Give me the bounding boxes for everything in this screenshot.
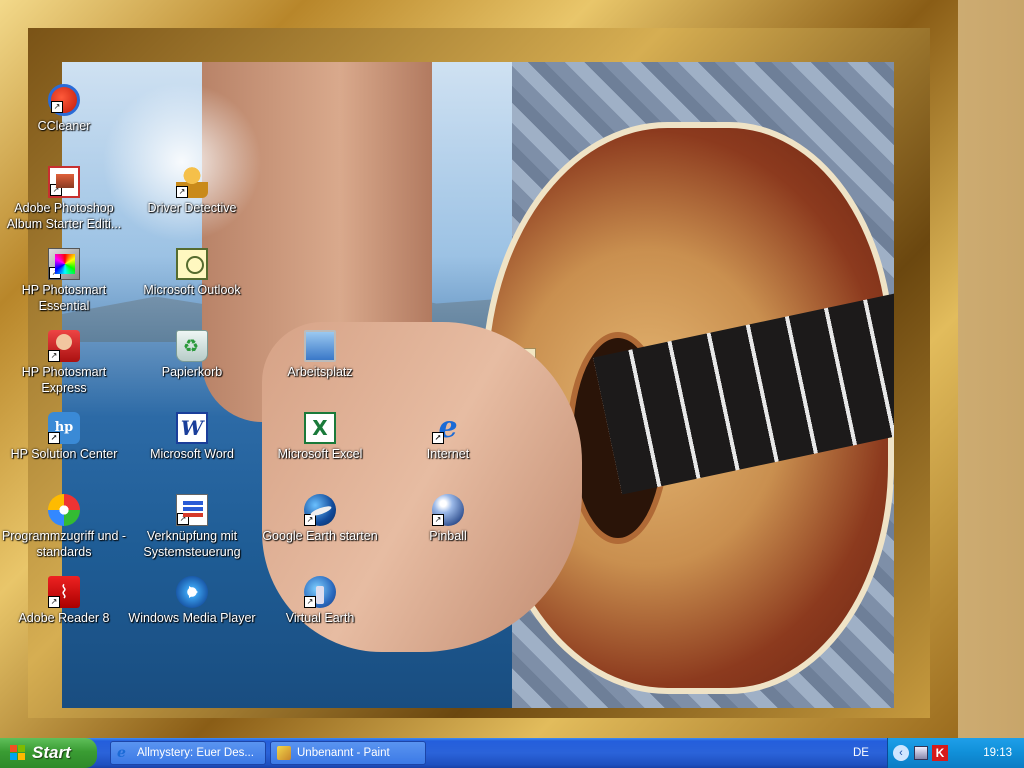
internet-explorer-icon: e [117,745,126,761]
hp-express-icon: ↗ [48,330,80,362]
ccleaner-icon: ↗ [48,84,80,116]
hp-photosmart-icon: ↗ [48,248,80,280]
start-button[interactable]: Start [0,738,97,768]
internet-explorer-icon: e ↗ [432,412,464,444]
desktop-icon-outlook[interactable]: Microsoft Outlook [128,248,256,298]
program-access-icon [48,494,80,526]
desktop-icon-label: Adobe Photoshop Album Starter Editi... [6,201,122,231]
network-icon[interactable] [914,746,928,760]
desktop-icon-label: Programmzugriff und -standards [1,529,127,559]
desktop-icon-label: Driver Detective [147,201,237,215]
start-label: Start [32,743,71,762]
desktop-icon-label: HP Photosmart Express [21,365,107,395]
desktop-icon-hp-photosmart-essential[interactable]: ↗ HP Photosmart Essential [0,248,128,314]
desktop-icon-label: HP Solution Center [10,447,118,461]
my-computer-icon [304,330,336,362]
hp-logo-icon: hp ↗ [48,412,80,444]
desktop-icon-hp-photosmart-express[interactable]: ↗ HP Photosmart Express [0,330,128,396]
clock[interactable]: 19:13 [983,738,1012,768]
outlook-icon [176,248,208,280]
desktop-icon-label: HP Photosmart Essential [21,283,107,313]
desktop-icon-label: CCleaner [37,119,91,133]
desktop-icon-internet[interactable]: e ↗ Internet [384,412,512,462]
desktop-icon-driver-detective[interactable]: ↗ Driver Detective [128,166,256,216]
driver-detective-icon: ↗ [176,166,208,198]
desktop-icon-ccleaner[interactable]: ↗ CCleaner [0,84,128,134]
desktop-icon-label: Microsoft Excel [277,447,363,461]
adobe-reader-icon: ⌇ ↗ [48,576,80,608]
desktop-icon-label: Windows Media Player [128,611,256,625]
desktop-icon-programmzugriff[interactable]: Programmzugriff und -standards [0,494,128,560]
media-player-icon [176,576,208,608]
paint-icon [277,746,291,760]
desktop-icon-adobe-reader[interactable]: ⌇ ↗ Adobe Reader 8 [0,576,128,626]
pinball-icon: ↗ [432,494,464,526]
control-panel-icon: ↗ [176,494,208,526]
desktop-icon-arbeitsplatz[interactable]: Arbeitsplatz [256,330,384,380]
taskbar: Start e Allmystery: Euer Des... Unbenann… [0,738,1024,768]
antivirus-icon[interactable]: K [932,745,948,761]
desktop-icon-label: Microsoft Outlook [143,283,241,297]
taskbar-button-label: Allmystery: Euer Des... [137,747,254,759]
recycle-bin-icon [176,330,208,362]
desktop-icon-excel[interactable]: X Microsoft Excel [256,412,384,462]
tray-expand-icon[interactable]: ‹ [893,745,909,761]
desktop-icon-label: Arbeitsplatz [287,365,353,379]
desktop-icon-label: Verknüpfung mit Systemsteuerung [143,529,241,559]
word-icon: W [176,412,208,444]
desktop-icon-label: Internet [426,447,470,461]
system-tray: DE ‹ K 19:13 [853,738,1024,768]
virtual-earth-icon: ↗ [304,576,336,608]
desktop-icon-label: Google Earth starten [262,529,378,543]
desktop-icon-word[interactable]: W Microsoft Word [128,412,256,462]
language-indicator[interactable]: DE [846,738,876,768]
photoshop-album-icon: ↗ [48,166,80,198]
desktop-icon-label: Adobe Reader 8 [18,611,110,625]
desktop-icon-systemsteuerung[interactable]: ↗ Verknüpfung mit Systemsteuerung [128,494,256,560]
desktop-icon-hp-solution-center[interactable]: hp ↗ HP Solution Center [0,412,128,462]
excel-icon: X [304,412,336,444]
desktop-icon-photoshop-album[interactable]: ↗ Adobe Photoshop Album Starter Editi... [0,166,128,232]
desktop-icon-label: Pinball [429,529,467,543]
desktop-icon-label: Papierkorb [161,365,223,379]
windows-flag-icon [10,745,26,761]
desktop-icon-papierkorb[interactable]: Papierkorb [128,330,256,380]
google-earth-icon: ↗ [304,494,336,526]
taskbar-button-paint[interactable]: Unbenannt - Paint [270,741,426,765]
taskbar-button-allmystery[interactable]: e Allmystery: Euer Des... [110,741,266,765]
taskbar-button-label: Unbenannt - Paint [297,747,390,759]
desktop-icon-label: Virtual Earth [285,611,355,625]
desktop-icon-windows-media-player[interactable]: Windows Media Player [128,576,256,626]
desktop-icon-virtual-earth[interactable]: ↗ Virtual Earth [256,576,384,626]
desktop-icon-pinball[interactable]: ↗ Pinball [384,494,512,544]
desktop-icon-label: Microsoft Word [150,447,234,461]
desktop-icon-google-earth[interactable]: ↗ Google Earth starten [256,494,384,544]
